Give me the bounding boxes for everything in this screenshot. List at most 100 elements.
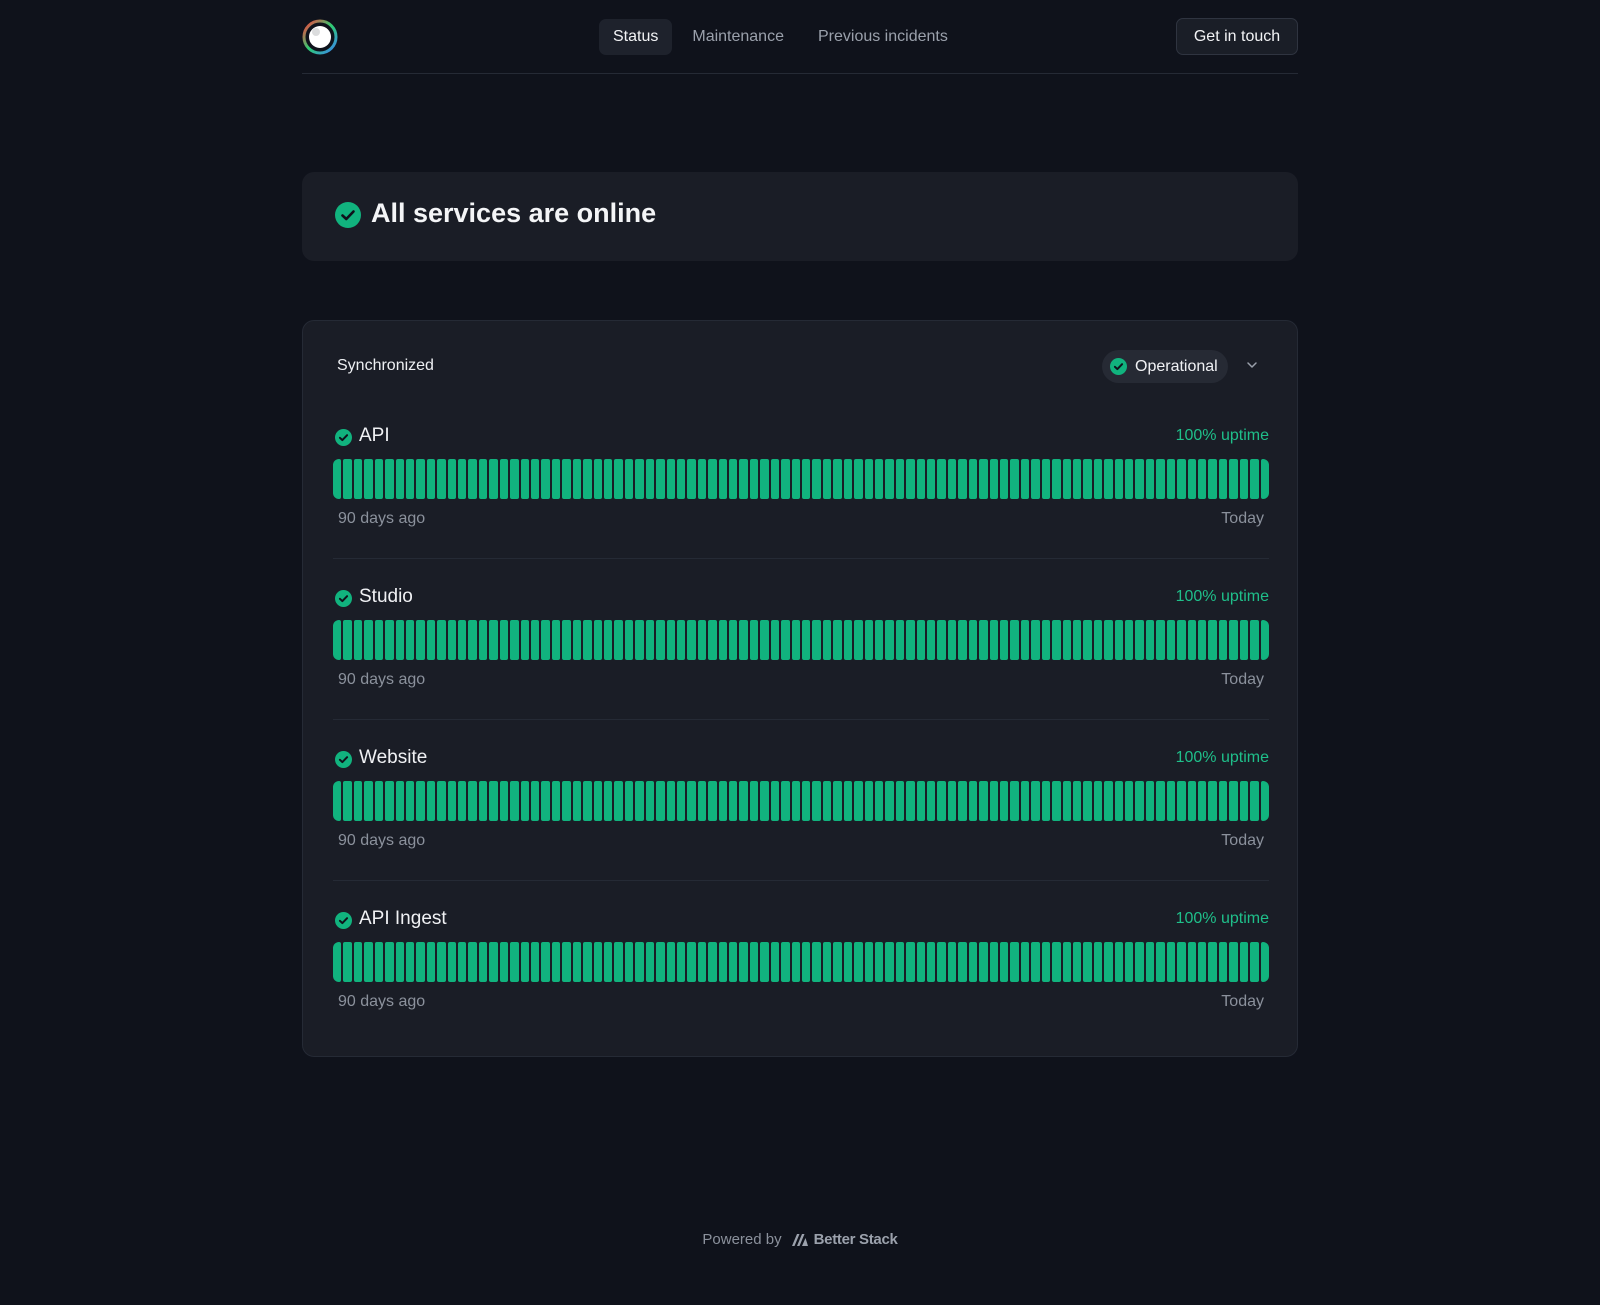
uptime-day-bar[interactable] [718,942,728,982]
nav-previous-incidents[interactable]: Previous incidents [804,19,962,55]
uptime-day-bar[interactable] [343,942,352,982]
uptime-day-bar[interactable] [1104,459,1113,499]
uptime-day-bar[interactable] [1250,781,1259,821]
uptime-day-bar[interactable] [801,620,811,660]
uptime-day-bar[interactable] [906,620,915,660]
uptime-day-bar[interactable] [1020,620,1030,660]
uptime-day-bar[interactable] [645,942,655,982]
uptime-day-bar[interactable] [426,942,436,982]
uptime-day-bar[interactable] [770,781,780,821]
uptime-day-bar[interactable] [478,459,488,499]
uptime-day-bar[interactable] [854,942,863,982]
logo-icon[interactable] [302,19,338,55]
uptime-day-bar[interactable] [1135,620,1144,660]
uptime-day-bar[interactable] [1239,459,1249,499]
uptime-day-bar[interactable] [353,620,363,660]
uptime-day-bar[interactable] [749,781,759,821]
uptime-day-bar[interactable] [1156,942,1165,982]
uptime-day-bar[interactable] [1218,942,1228,982]
uptime-day-bar[interactable] [1083,942,1092,982]
uptime-day-bar[interactable] [562,459,571,499]
uptime-day-bar[interactable] [916,459,926,499]
uptime-day-bar[interactable] [1156,781,1165,821]
uptime-day-bar[interactable] [1239,942,1249,982]
uptime-day-bar[interactable] [520,781,530,821]
uptime-day-bar[interactable] [531,781,540,821]
uptime-day-bar[interactable] [1260,620,1269,660]
uptime-day-bar[interactable] [551,781,561,821]
uptime-day-bar[interactable] [395,942,404,982]
uptime-day-bar[interactable] [405,620,415,660]
uptime-day-bar[interactable] [645,620,655,660]
uptime-day-bar[interactable] [1145,942,1155,982]
uptime-day-bar[interactable] [572,620,582,660]
uptime-day-bar[interactable] [1125,942,1134,982]
uptime-day-bar[interactable] [1010,459,1019,499]
uptime-day-bar[interactable] [1072,942,1082,982]
uptime-day-bar[interactable] [791,942,800,982]
uptime-day-bar[interactable] [395,620,404,660]
uptime-day-bar[interactable] [791,781,800,821]
uptime-day-bar[interactable] [458,620,467,660]
uptime-day-bar[interactable] [958,781,967,821]
uptime-day-bar[interactable] [1229,781,1238,821]
uptime-day-bar[interactable] [1239,781,1249,821]
uptime-day-bar[interactable] [562,620,571,660]
uptime-day-bar[interactable] [447,942,457,982]
uptime-day-bar[interactable] [1104,620,1113,660]
nav-maintenance[interactable]: Maintenance [678,19,798,55]
uptime-day-bar[interactable] [833,620,842,660]
uptime-day-bar[interactable] [1020,459,1030,499]
uptime-day-bar[interactable] [770,942,780,982]
uptime-day-bar[interactable] [781,781,790,821]
uptime-day-bar[interactable] [989,781,998,821]
uptime-day-bar[interactable] [489,781,498,821]
uptime-day-bar[interactable] [1104,942,1113,982]
uptime-day-bar[interactable] [1250,620,1259,660]
uptime-day-bar[interactable] [708,942,717,982]
uptime-day-bar[interactable] [468,942,477,982]
uptime-day-bar[interactable] [656,620,665,660]
uptime-day-bar[interactable] [1031,620,1040,660]
uptime-day-bar[interactable] [635,942,644,982]
uptime-day-bar[interactable] [1135,781,1144,821]
uptime-day-bar[interactable] [822,942,832,982]
uptime-day-bar[interactable] [426,459,436,499]
uptime-day-bar[interactable] [1239,620,1249,660]
uptime-day-bar[interactable] [1031,459,1040,499]
uptime-day-bar[interactable] [729,781,738,821]
uptime-day-bar[interactable] [760,942,769,982]
uptime-day-bar[interactable] [416,620,425,660]
uptime-day-bar[interactable] [1041,781,1051,821]
uptime-day-bar[interactable] [1187,781,1197,821]
uptime-day-bar[interactable] [333,942,342,982]
uptime-day-bar[interactable] [1041,942,1051,982]
uptime-day-bar[interactable] [1083,781,1092,821]
uptime-day-bar[interactable] [968,620,978,660]
uptime-day-bar[interactable] [843,620,853,660]
uptime-day-bar[interactable] [520,620,530,660]
uptime-day-bar[interactable] [1156,620,1165,660]
uptime-day-bar[interactable] [822,781,832,821]
uptime-day-bar[interactable] [583,942,592,982]
uptime-day-bar[interactable] [864,459,873,499]
uptime-day-bar[interactable] [489,459,498,499]
uptime-day-bar[interactable] [718,781,728,821]
uptime-day-bar[interactable] [551,459,561,499]
uptime-day-bar[interactable] [968,459,978,499]
uptime-day-bar[interactable] [937,942,946,982]
uptime-day-bar[interactable] [405,459,415,499]
uptime-day-bar[interactable] [374,942,384,982]
uptime-day-bar[interactable] [770,620,780,660]
uptime-day-bar[interactable] [718,459,728,499]
uptime-day-bar[interactable] [541,459,550,499]
uptime-day-bar[interactable] [1093,620,1103,660]
uptime-day-bar[interactable] [697,781,707,821]
uptime-day-bar[interactable] [1187,620,1197,660]
uptime-day-bar[interactable] [478,942,488,982]
uptime-day-bar[interactable] [624,942,634,982]
uptime-day-bar[interactable] [353,781,363,821]
uptime-day-bar[interactable] [1093,781,1103,821]
uptime-day-bar[interactable] [499,781,509,821]
uptime-day-bar[interactable] [343,620,352,660]
